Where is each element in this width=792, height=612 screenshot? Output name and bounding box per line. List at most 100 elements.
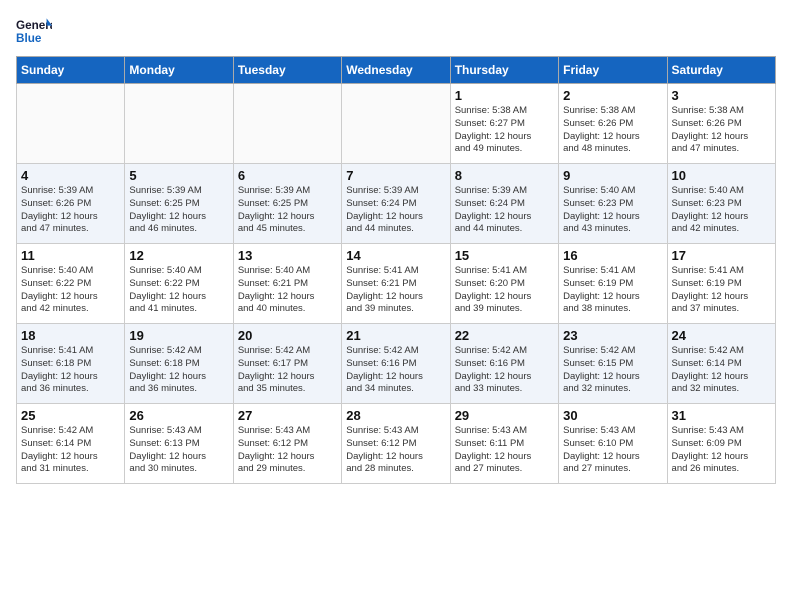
calendar-day-23: 23 Sunrise: 5:42 AM Sunset: 6:15 PM Dayli… xyxy=(559,324,667,404)
day-info: Sunrise: 5:41 AM Sunset: 6:19 PM Dayligh… xyxy=(672,265,771,316)
logo-icon: General Blue xyxy=(16,16,52,46)
calendar-day-29: 29 Sunrise: 5:43 AM Sunset: 6:11 PM Dayli… xyxy=(450,404,558,484)
day-info: Sunrise: 5:39 AM Sunset: 6:24 PM Dayligh… xyxy=(346,185,445,236)
calendar-day-9: 9 Sunrise: 5:40 AM Sunset: 6:23 PM Daylig… xyxy=(559,164,667,244)
day-info: Sunrise: 5:38 AM Sunset: 6:27 PM Dayligh… xyxy=(455,105,554,156)
calendar-day-28: 28Sunrise: 5:43 AM Sunset: 6:12 PM Dayli… xyxy=(342,404,450,484)
day-number: 21 xyxy=(346,328,445,343)
calendar-day-empty-0-1 xyxy=(125,84,233,164)
day-number: 16 xyxy=(563,248,662,263)
calendar-day-25: 25Sunrise: 5:42 AM Sunset: 6:14 PM Dayli… xyxy=(17,404,125,484)
calendar-day-empty-0-3 xyxy=(342,84,450,164)
calendar-day-17: 17 Sunrise: 5:41 AM Sunset: 6:19 PM Dayli… xyxy=(667,244,775,324)
day-header-saturday: Saturday xyxy=(667,57,775,84)
day-number: 25 xyxy=(21,408,120,423)
day-info: Sunrise: 5:39 AM Sunset: 6:24 PM Dayligh… xyxy=(455,185,554,236)
day-number: 31 xyxy=(672,408,771,423)
day-number: 29 xyxy=(455,408,554,423)
day-number: 6 xyxy=(238,168,337,183)
day-info: Sunrise: 5:40 AM Sunset: 6:22 PM Dayligh… xyxy=(21,265,120,316)
calendar-day-2: 2 Sunrise: 5:38 AM Sunset: 6:26 PM Daylig… xyxy=(559,84,667,164)
calendar-week-4: 25Sunrise: 5:42 AM Sunset: 6:14 PM Dayli… xyxy=(17,404,776,484)
day-number: 13 xyxy=(238,248,337,263)
calendar-day-4: 4Sunrise: 5:39 AM Sunset: 6:26 PM Daylig… xyxy=(17,164,125,244)
calendar-day-24: 24Sunrise: 5:42 AM Sunset: 6:14 PM Dayli… xyxy=(667,324,775,404)
day-header-tuesday: Tuesday xyxy=(233,57,341,84)
calendar-week-2: 11Sunrise: 5:40 AM Sunset: 6:22 PM Dayli… xyxy=(17,244,776,324)
calendar-header-row: SundayMondayTuesdayWednesdayThursdayFrid… xyxy=(17,57,776,84)
day-info: Sunrise: 5:38 AM Sunset: 6:26 PM Dayligh… xyxy=(672,105,771,156)
calendar-day-22: 22 Sunrise: 5:42 AM Sunset: 6:16 PM Dayli… xyxy=(450,324,558,404)
calendar-day-18: 18 Sunrise: 5:41 AM Sunset: 6:18 PM Dayli… xyxy=(17,324,125,404)
day-number: 12 xyxy=(129,248,228,263)
day-header-sunday: Sunday xyxy=(17,57,125,84)
day-header-friday: Friday xyxy=(559,57,667,84)
day-info: Sunrise: 5:41 AM Sunset: 6:19 PM Dayligh… xyxy=(563,265,662,316)
day-info: Sunrise: 5:41 AM Sunset: 6:18 PM Dayligh… xyxy=(21,345,120,396)
day-info: Sunrise: 5:43 AM Sunset: 6:10 PM Dayligh… xyxy=(563,425,662,476)
day-number: 24 xyxy=(672,328,771,343)
day-number: 9 xyxy=(563,168,662,183)
day-info: Sunrise: 5:41 AM Sunset: 6:21 PM Dayligh… xyxy=(346,265,445,316)
day-number: 14 xyxy=(346,248,445,263)
day-info: Sunrise: 5:42 AM Sunset: 6:16 PM Dayligh… xyxy=(455,345,554,396)
day-info: Sunrise: 5:40 AM Sunset: 6:23 PM Dayligh… xyxy=(563,185,662,236)
logo: General Blue xyxy=(16,16,52,46)
calendar-day-21: 21 Sunrise: 5:42 AM Sunset: 6:16 PM Dayli… xyxy=(342,324,450,404)
day-info: Sunrise: 5:40 AM Sunset: 6:22 PM Dayligh… xyxy=(129,265,228,316)
day-number: 2 xyxy=(563,88,662,103)
day-number: 23 xyxy=(563,328,662,343)
day-info: Sunrise: 5:39 AM Sunset: 6:25 PM Dayligh… xyxy=(129,185,228,236)
day-info: Sunrise: 5:42 AM Sunset: 6:18 PM Dayligh… xyxy=(129,345,228,396)
day-number: 22 xyxy=(455,328,554,343)
day-info: Sunrise: 5:39 AM Sunset: 6:26 PM Dayligh… xyxy=(21,185,120,236)
day-info: Sunrise: 5:40 AM Sunset: 6:21 PM Dayligh… xyxy=(238,265,337,316)
day-header-monday: Monday xyxy=(125,57,233,84)
day-number: 18 xyxy=(21,328,120,343)
day-info: Sunrise: 5:40 AM Sunset: 6:23 PM Dayligh… xyxy=(672,185,771,236)
day-number: 5 xyxy=(129,168,228,183)
calendar-day-empty-0-0 xyxy=(17,84,125,164)
calendar-day-31: 31 Sunrise: 5:43 AM Sunset: 6:09 PM Dayli… xyxy=(667,404,775,484)
day-info: Sunrise: 5:43 AM Sunset: 6:09 PM Dayligh… xyxy=(672,425,771,476)
calendar-day-11: 11Sunrise: 5:40 AM Sunset: 6:22 PM Dayli… xyxy=(17,244,125,324)
calendar-week-3: 18 Sunrise: 5:41 AM Sunset: 6:18 PM Dayli… xyxy=(17,324,776,404)
calendar-week-1: 4Sunrise: 5:39 AM Sunset: 6:26 PM Daylig… xyxy=(17,164,776,244)
calendar-day-26: 26 Sunrise: 5:43 AM Sunset: 6:13 PM Dayli… xyxy=(125,404,233,484)
calendar-day-16: 16 Sunrise: 5:41 AM Sunset: 6:19 PM Dayli… xyxy=(559,244,667,324)
day-info: Sunrise: 5:42 AM Sunset: 6:15 PM Dayligh… xyxy=(563,345,662,396)
calendar-day-empty-0-2 xyxy=(233,84,341,164)
day-number: 26 xyxy=(129,408,228,423)
day-number: 28 xyxy=(346,408,445,423)
day-number: 17 xyxy=(672,248,771,263)
day-info: Sunrise: 5:43 AM Sunset: 6:13 PM Dayligh… xyxy=(129,425,228,476)
day-number: 1 xyxy=(455,88,554,103)
calendar-day-14: 14 Sunrise: 5:41 AM Sunset: 6:21 PM Dayli… xyxy=(342,244,450,324)
day-number: 3 xyxy=(672,88,771,103)
day-info: Sunrise: 5:42 AM Sunset: 6:17 PM Dayligh… xyxy=(238,345,337,396)
calendar-day-10: 10 Sunrise: 5:40 AM Sunset: 6:23 PM Dayli… xyxy=(667,164,775,244)
day-info: Sunrise: 5:41 AM Sunset: 6:20 PM Dayligh… xyxy=(455,265,554,316)
page-header: General Blue xyxy=(16,16,776,46)
calendar-week-0: 1 Sunrise: 5:38 AM Sunset: 6:27 PM Daylig… xyxy=(17,84,776,164)
calendar-day-19: 19 Sunrise: 5:42 AM Sunset: 6:18 PM Dayli… xyxy=(125,324,233,404)
day-info: Sunrise: 5:39 AM Sunset: 6:25 PM Dayligh… xyxy=(238,185,337,236)
day-number: 19 xyxy=(129,328,228,343)
day-number: 30 xyxy=(563,408,662,423)
calendar-day-7: 7 Sunrise: 5:39 AM Sunset: 6:24 PM Daylig… xyxy=(342,164,450,244)
day-info: Sunrise: 5:43 AM Sunset: 6:11 PM Dayligh… xyxy=(455,425,554,476)
day-number: 15 xyxy=(455,248,554,263)
calendar-day-8: 8Sunrise: 5:39 AM Sunset: 6:24 PM Daylig… xyxy=(450,164,558,244)
calendar-day-5: 5 Sunrise: 5:39 AM Sunset: 6:25 PM Daylig… xyxy=(125,164,233,244)
day-number: 20 xyxy=(238,328,337,343)
day-number: 10 xyxy=(672,168,771,183)
calendar-day-3: 3 Sunrise: 5:38 AM Sunset: 6:26 PM Daylig… xyxy=(667,84,775,164)
day-number: 7 xyxy=(346,168,445,183)
calendar-day-20: 20 Sunrise: 5:42 AM Sunset: 6:17 PM Dayli… xyxy=(233,324,341,404)
day-info: Sunrise: 5:38 AM Sunset: 6:26 PM Dayligh… xyxy=(563,105,662,156)
day-header-wednesday: Wednesday xyxy=(342,57,450,84)
calendar-day-15: 15 Sunrise: 5:41 AM Sunset: 6:20 PM Dayli… xyxy=(450,244,558,324)
day-info: Sunrise: 5:42 AM Sunset: 6:16 PM Dayligh… xyxy=(346,345,445,396)
calendar-day-27: 27Sunrise: 5:43 AM Sunset: 6:12 PM Dayli… xyxy=(233,404,341,484)
calendar-day-13: 13 Sunrise: 5:40 AM Sunset: 6:21 PM Dayli… xyxy=(233,244,341,324)
